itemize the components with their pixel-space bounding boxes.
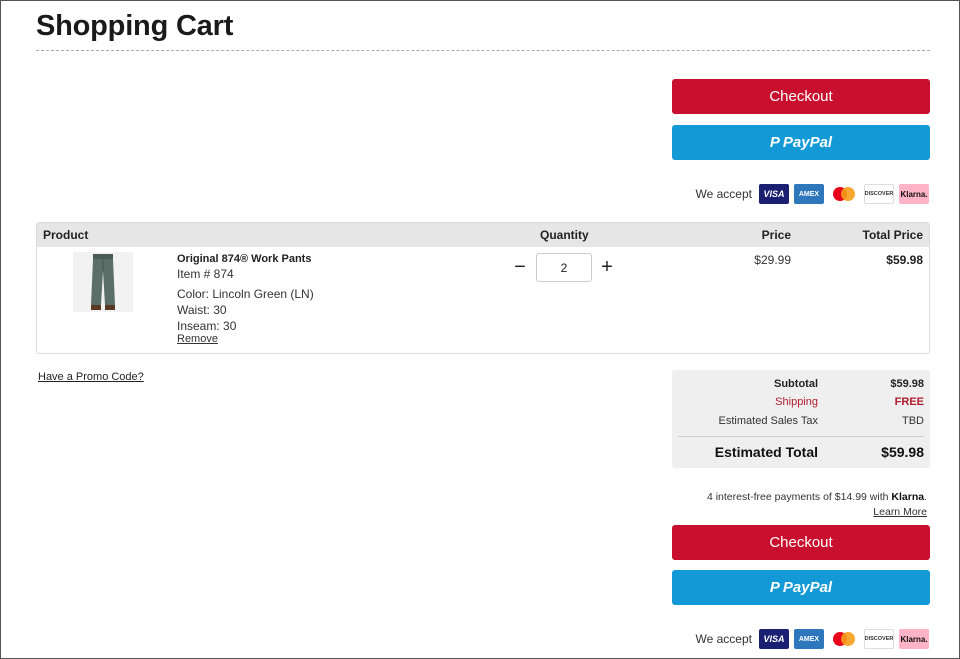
summary-divider [678,436,924,437]
klarna-learn-more-link[interactable]: Learn More [873,506,927,518]
checkout-button-top[interactable]: Checkout [672,79,930,114]
discover-icon: DISCOVER [864,629,894,649]
accepted-payments-top: We accept VISA AMEX DISCOVER Klarna. [696,184,929,204]
subtotal-value: $59.98 [890,378,924,390]
klarna-icon: Klarna. [899,629,929,649]
page-title: Shopping Cart [36,10,234,42]
paypal-button-top[interactable]: P PayPal [672,125,930,160]
paypal-icon: P [769,134,780,151]
klarna-brand: Klarna [891,491,925,503]
visa-icon: VISA [759,184,789,204]
checkout-button-bottom[interactable]: Checkout [672,525,930,560]
klarna-installments-text: 4 interest-free payments of $14.99 with … [707,491,927,503]
estimated-total-label: Estimated Total [714,444,818,460]
klarna-period: . [924,491,927,503]
paypal-label: PayPal [782,134,833,151]
header-product: Product [43,228,89,242]
promo-code-link[interactable]: Have a Promo Code? [38,371,144,383]
checkout-label: Checkout [769,88,833,105]
product-waist: Waist: 30 [177,303,227,317]
accepted-payments-bottom: We accept VISA AMEX DISCOVER Klarna. [696,629,929,649]
visa-icon: VISA [759,629,789,649]
mastercard-icon [829,629,859,649]
header-quantity: Quantity [540,228,589,242]
mastercard-icon [829,184,859,204]
product-thumbnail[interactable] [73,252,133,312]
paypal-label: PayPal [782,579,833,596]
shipping-value: FREE [894,396,924,408]
remove-link[interactable]: Remove [177,333,218,345]
tax-value: TBD [902,415,924,427]
work-pants-image [91,254,115,310]
klarna-icon: Klarna. [899,184,929,204]
we-accept-label: We accept [695,187,752,201]
header-total-price: Total Price [862,228,923,242]
product-inseam: Inseam: 30 [177,319,237,333]
checkout-label: Checkout [769,534,833,551]
paypal-icon: P [769,579,780,596]
we-accept-label: We accept [695,632,752,646]
subtotal-label: Subtotal [774,378,818,390]
line-total-price: $59.98 [886,253,923,267]
discover-icon: DISCOVER [864,184,894,204]
quantity-input[interactable] [536,253,592,282]
product-item-number: Item # 874 [177,267,234,281]
amex-icon: AMEX [794,629,824,649]
cart-table: Product Quantity Price Total Price Origi… [36,222,930,354]
amex-icon: AMEX [794,184,824,204]
cart-table-header: Product Quantity Price Total Price [37,223,929,247]
header-price: Price [761,228,791,242]
klarna-installments-label: 4 interest-free payments of $14.99 with [706,491,889,503]
tax-label: Estimated Sales Tax [718,415,818,427]
quantity-increase-button[interactable]: + [598,257,616,277]
quantity-decrease-button[interactable]: − [511,257,529,277]
estimated-total-value: $59.98 [881,444,924,460]
order-summary: Subtotal $59.98 Shipping FREE Estimated … [672,370,930,468]
shipping-label: Shipping [775,396,818,408]
title-divider [36,50,930,51]
unit-price: $29.99 [754,253,791,267]
product-color: Color: Lincoln Green (LN) [177,287,314,301]
paypal-button-bottom[interactable]: P PayPal [672,570,930,605]
product-name[interactable]: Original 874® Work Pants [177,253,311,265]
